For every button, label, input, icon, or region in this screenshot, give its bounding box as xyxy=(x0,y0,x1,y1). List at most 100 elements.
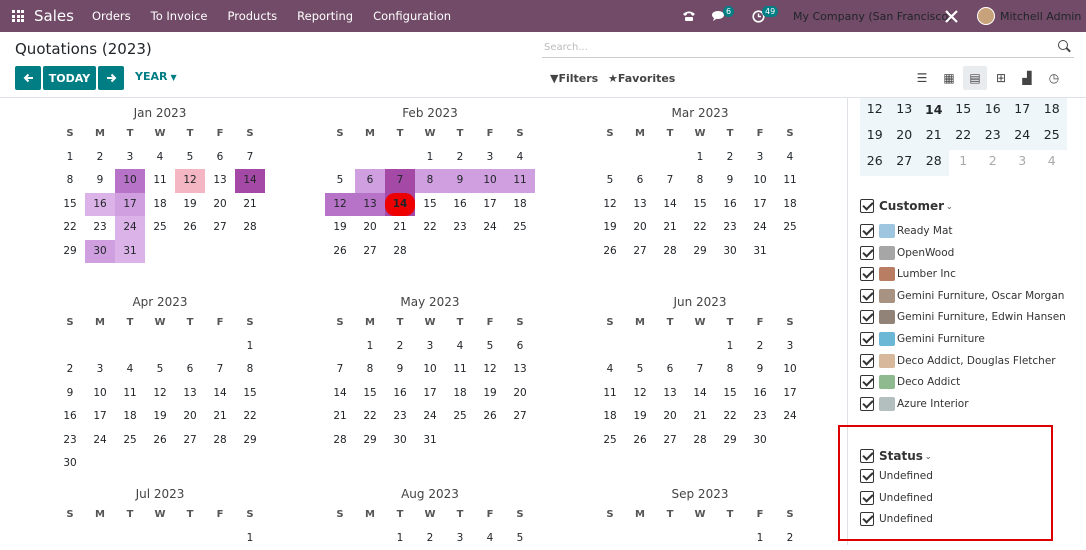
mini-day-cell[interactable]: 13 xyxy=(890,98,920,124)
day-cell[interactable]: 5 xyxy=(595,169,625,193)
day-cell[interactable]: 11 xyxy=(115,382,145,406)
debug-tools-icon[interactable] xyxy=(944,0,959,32)
day-cell[interactable]: 31 xyxy=(745,240,775,264)
day-cell[interactable]: 5 xyxy=(505,527,535,550)
day-cell[interactable]: 27 xyxy=(205,216,235,240)
day-cell[interactable]: 13 xyxy=(205,169,235,193)
day-cell[interactable]: 15 xyxy=(55,193,85,217)
day-cell[interactable]: 4 xyxy=(145,146,175,170)
customer-filter-item[interactable]: OpenWood xyxy=(860,244,954,262)
day-cell[interactable]: 14 xyxy=(325,382,355,406)
day-cell[interactable]: 22 xyxy=(235,405,265,429)
customer-checkbox[interactable] xyxy=(860,332,874,346)
day-cell[interactable]: 15 xyxy=(355,382,385,406)
mini-day-cell[interactable]: 25 xyxy=(1037,124,1067,150)
day-cell[interactable]: 2 xyxy=(415,527,445,550)
mini-day-cell[interactable]: 21 xyxy=(919,124,949,150)
day-cell[interactable]: 2 xyxy=(775,527,805,550)
day-cell[interactable]: 18 xyxy=(145,193,175,217)
customer-filter-item[interactable]: Lumber Inc xyxy=(860,265,956,283)
menu-configuration[interactable]: Configuration xyxy=(373,9,451,23)
activity-clock-icon[interactable]: 49 xyxy=(752,0,778,32)
day-cell[interactable]: 11 xyxy=(505,169,535,193)
day-cell[interactable]: 12 xyxy=(325,193,355,217)
day-cell[interactable]: 8 xyxy=(55,169,85,193)
day-cell[interactable]: 23 xyxy=(445,216,475,240)
day-cell[interactable]: 5 xyxy=(325,169,355,193)
day-cell[interactable]: 3 xyxy=(775,335,805,359)
day-cell[interactable]: 2 xyxy=(715,146,745,170)
day-cell[interactable]: 16 xyxy=(55,405,85,429)
day-cell[interactable]: 28 xyxy=(205,429,235,453)
day-cell[interactable]: 6 xyxy=(505,335,535,359)
day-cell[interactable]: 8 xyxy=(235,358,265,382)
menu-reporting[interactable]: Reporting xyxy=(297,9,353,23)
day-cell[interactable]: 26 xyxy=(325,240,355,264)
day-cell[interactable]: 16 xyxy=(715,193,745,217)
day-cell[interactable]: 12 xyxy=(625,382,655,406)
day-cell[interactable]: 17 xyxy=(745,193,775,217)
day-cell[interactable]: 2 xyxy=(385,335,415,359)
customer-filter-item[interactable]: Deco Addict xyxy=(860,373,960,391)
day-cell[interactable]: 4 xyxy=(775,146,805,170)
day-cell[interactable]: 20 xyxy=(625,216,655,240)
day-cell[interactable]: 11 xyxy=(445,358,475,382)
menu-orders[interactable]: Orders xyxy=(92,9,131,23)
day-cell[interactable]: 7 xyxy=(655,169,685,193)
day-cell[interactable]: 4 xyxy=(115,358,145,382)
day-cell[interactable]: 12 xyxy=(175,169,205,193)
day-cell[interactable]: 7 xyxy=(235,146,265,170)
day-cell[interactable]: 13 xyxy=(625,193,655,217)
day-cell[interactable]: 9 xyxy=(715,169,745,193)
day-cell[interactable]: 10 xyxy=(115,169,145,193)
day-cell[interactable]: 1 xyxy=(235,335,265,359)
user-menu[interactable]: Mitchell Admin xyxy=(977,0,1081,32)
company-switcher[interactable]: My Company (San Francisco) xyxy=(793,0,952,32)
day-cell[interactable]: 27 xyxy=(175,429,205,453)
day-cell[interactable]: 8 xyxy=(415,169,445,193)
day-cell[interactable]: 11 xyxy=(775,169,805,193)
customer-checkbox[interactable] xyxy=(860,246,874,260)
mini-day-cell[interactable]: 19 xyxy=(860,124,890,150)
activity-view-icon[interactable]: ◷ xyxy=(1042,66,1066,90)
customer-all-checkbox[interactable] xyxy=(860,199,874,213)
customer-filter-item[interactable]: Ready Mat xyxy=(860,222,953,240)
day-cell[interactable]: 21 xyxy=(235,193,265,217)
day-cell[interactable]: 22 xyxy=(355,405,385,429)
day-cell[interactable]: 30 xyxy=(85,240,115,264)
day-cell[interactable]: 25 xyxy=(115,429,145,453)
day-cell[interactable]: 26 xyxy=(145,429,175,453)
mini-day-cell[interactable]: 4 xyxy=(1037,150,1067,176)
day-cell[interactable]: 4 xyxy=(505,146,535,170)
day-cell[interactable]: 15 xyxy=(415,193,445,217)
day-cell[interactable]: 7 xyxy=(325,358,355,382)
pivot-view-icon[interactable]: ⊞ xyxy=(989,66,1013,90)
day-cell[interactable]: 14 xyxy=(685,382,715,406)
day-cell[interactable]: 29 xyxy=(55,240,85,264)
mini-day-cell[interactable]: 2 xyxy=(978,150,1008,176)
day-cell[interactable]: 18 xyxy=(775,193,805,217)
day-cell[interactable]: 16 xyxy=(745,382,775,406)
day-cell[interactable]: 7 xyxy=(685,358,715,382)
day-cell[interactable]: 7 xyxy=(205,358,235,382)
day-cell[interactable]: 13 xyxy=(505,358,535,382)
mini-day-cell[interactable]: 20 xyxy=(890,124,920,150)
day-cell[interactable]: 28 xyxy=(235,216,265,240)
day-cell[interactable]: 21 xyxy=(685,405,715,429)
mini-day-cell[interactable]: 17 xyxy=(1008,98,1038,124)
apps-grid-icon[interactable] xyxy=(12,10,24,22)
previous-button[interactable] xyxy=(15,66,41,90)
day-cell[interactable]: 10 xyxy=(745,169,775,193)
day-cell[interactable]: 2 xyxy=(55,358,85,382)
mini-day-cell[interactable]: 12 xyxy=(860,98,890,124)
day-cell[interactable]: 10 xyxy=(85,382,115,406)
day-cell[interactable]: 25 xyxy=(145,216,175,240)
day-cell[interactable]: 17 xyxy=(475,193,505,217)
customer-checkbox[interactable] xyxy=(860,375,874,389)
day-cell[interactable]: 14 xyxy=(385,193,415,217)
chat-icon[interactable]: 6 xyxy=(712,0,734,32)
app-name[interactable]: Sales xyxy=(34,7,74,25)
scale-dropdown[interactable]: YEAR▼ xyxy=(135,70,177,83)
mini-day-cell[interactable]: 16 xyxy=(978,98,1008,124)
day-cell[interactable]: 22 xyxy=(55,216,85,240)
